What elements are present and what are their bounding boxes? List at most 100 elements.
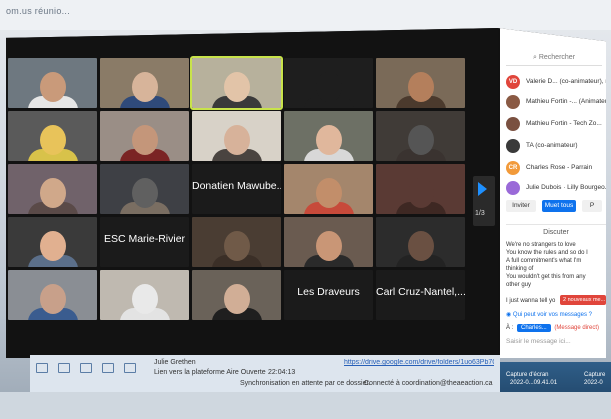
drive-link[interactable]: https://drive.google.com/drive/folders/1… bbox=[344, 359, 494, 366]
participant-video-tile[interactable] bbox=[192, 217, 281, 267]
participant-video-tile[interactable] bbox=[284, 111, 373, 161]
participant-video-head bbox=[132, 125, 158, 155]
participant-name: Mathieu Fortin - Tech Zo... bbox=[526, 120, 602, 127]
participant-row[interactable]: Mathieu Fortin - Tech Zo... bbox=[504, 116, 606, 134]
participant-video-tile[interactable] bbox=[190, 56, 283, 110]
chat-message-line: thinking of bbox=[506, 266, 534, 272]
who-can-see-link[interactable]: ◉ Qui peut voir vos messages ? bbox=[506, 311, 592, 318]
participant-video-head bbox=[408, 178, 434, 208]
browser-url: om.us réunio... bbox=[6, 6, 71, 16]
participant-video-head bbox=[132, 72, 158, 102]
sender-name: Julie Grethen bbox=[154, 359, 196, 366]
chat-message-line: I just wanna tell yo bbox=[506, 298, 556, 304]
participant-video-head bbox=[224, 125, 250, 155]
participant-video-head bbox=[224, 231, 250, 261]
participant-video-head bbox=[224, 284, 250, 314]
gallery-next-page-button[interactable]: 1/3 bbox=[473, 176, 495, 226]
mute-all-button[interactable]: Muet tous bbox=[542, 200, 576, 212]
participant-video-tile[interactable] bbox=[192, 111, 281, 161]
participant-video-tile[interactable]: Donatien Mawube... bbox=[192, 164, 281, 214]
participant-name-label: Les Draveurs bbox=[297, 286, 360, 298]
chat-message-line: You wouldn't get this from any bbox=[506, 274, 586, 280]
participant-row[interactable]: TA (co-animateur) bbox=[504, 138, 606, 156]
participant-video-tile[interactable]: ESC Marie-Rivier bbox=[100, 217, 189, 267]
participant-video-tile[interactable] bbox=[284, 58, 373, 108]
participants-panel: ⌕ Rechercher VD Valerie D... (co-animateu… bbox=[500, 28, 606, 358]
avatar: CR bbox=[506, 161, 520, 175]
avatar: VD bbox=[506, 75, 520, 89]
desktop-icon-label[interactable]: Capture bbox=[584, 372, 605, 378]
participant-video-head bbox=[40, 72, 66, 102]
chat-message-input[interactable]: Saisir le message ici... bbox=[506, 338, 571, 345]
participant-video-tile[interactable] bbox=[8, 217, 97, 267]
desktop-icon-date: 2022-0...09.41.01 bbox=[510, 380, 558, 386]
participant-video-tile[interactable] bbox=[100, 111, 189, 161]
participant-video-head bbox=[316, 231, 342, 261]
mail-icon bbox=[36, 363, 48, 373]
participant-video-tile[interactable] bbox=[376, 58, 465, 108]
avatar bbox=[506, 117, 520, 131]
chat-message-line: You know the rules and so do I bbox=[506, 250, 588, 256]
chat-title: Discuter bbox=[506, 224, 606, 236]
participant-video-tile[interactable] bbox=[376, 217, 465, 267]
avatar bbox=[506, 95, 520, 109]
participant-search-input[interactable]: ⌕ Rechercher bbox=[506, 54, 602, 66]
participant-name: Mathieu Fortin -... (Animateur) bbox=[526, 98, 611, 105]
participant-name: Julie Dubois · Lilly Bourgeo... bbox=[526, 184, 611, 191]
bottom-edge bbox=[0, 392, 611, 419]
participant-row[interactable]: Mathieu Fortin -... (Animateur) bbox=[504, 94, 611, 112]
participant-video-head bbox=[316, 72, 342, 102]
participant-video-tile[interactable] bbox=[8, 270, 97, 320]
participant-row[interactable]: VD Valerie D... (co-animateur), moi bbox=[504, 74, 606, 92]
chat-message-line: We're no strangers to love bbox=[506, 242, 576, 248]
participant-video-tile[interactable] bbox=[100, 164, 189, 214]
participant-video-head bbox=[224, 72, 250, 102]
avatar bbox=[506, 181, 520, 195]
participant-name-label: Donatien Mawube... bbox=[192, 180, 281, 192]
recipient-select[interactable]: Charles... bbox=[517, 324, 551, 332]
participant-video-tile[interactable] bbox=[8, 111, 97, 161]
message-time: 22:04:13 bbox=[268, 369, 296, 376]
sync-status: Synchronisation en attente par ce dossie… bbox=[240, 380, 371, 387]
participant-video-tile[interactable]: Carl Cruz-Nantel,... bbox=[376, 270, 465, 320]
participant-video-tile[interactable]: Les Draveurs bbox=[284, 270, 373, 320]
participant-video-head bbox=[40, 125, 66, 155]
desktop-icon-date: 2022-0 bbox=[584, 380, 603, 386]
participant-video-tile[interactable] bbox=[100, 270, 189, 320]
participant-name: Charles Rose - Parrain bbox=[526, 164, 593, 171]
chat-message-line: A full commitment's what I'm bbox=[506, 258, 582, 264]
participant-video-tile[interactable] bbox=[376, 111, 465, 161]
new-messages-badge[interactable]: 2 nouveaux me... bbox=[560, 295, 606, 305]
participant-video-tile[interactable] bbox=[8, 58, 97, 108]
zoom-window: Donatien Mawube... ESC Marie-Rivier Les Dr… bbox=[6, 28, 606, 358]
direct-message-label: (Message direct) bbox=[554, 325, 600, 331]
participant-video-tile[interactable] bbox=[8, 164, 97, 214]
tasks-icon bbox=[102, 363, 114, 373]
more-icon bbox=[124, 363, 136, 373]
chat-message-line: other guy bbox=[506, 282, 532, 288]
participant-row[interactable]: CR Charles Rose - Parrain bbox=[504, 160, 606, 178]
page-indicator: 1/3 bbox=[475, 210, 485, 217]
participant-video-head bbox=[408, 231, 434, 261]
participant-video-head bbox=[40, 178, 66, 208]
participant-video-head bbox=[40, 231, 66, 261]
participant-name: TA (co-animateur) bbox=[526, 142, 578, 149]
participant-video-tile[interactable] bbox=[100, 58, 189, 108]
participant-video-head bbox=[132, 178, 158, 208]
gallery-view: Donatien Mawube... ESC Marie-Rivier Les Dr… bbox=[6, 28, 498, 358]
participant-video-head bbox=[408, 72, 434, 102]
right-arrow-icon bbox=[478, 182, 487, 196]
participant-video-head bbox=[408, 125, 434, 155]
participant-row[interactable]: Julie Dubois · Lilly Bourgeo... bbox=[504, 180, 611, 198]
browser-tab-strip: om.us réunio... bbox=[0, 0, 611, 30]
participant-video-tile[interactable] bbox=[376, 164, 465, 214]
more-button[interactable]: P bbox=[582, 200, 602, 212]
participant-video-tile[interactable] bbox=[192, 270, 281, 320]
avatar bbox=[506, 139, 520, 153]
participant-video-head bbox=[316, 178, 342, 208]
invite-button[interactable]: Inviter bbox=[506, 200, 536, 212]
participant-video-tile[interactable] bbox=[284, 217, 373, 267]
participant-video-head bbox=[40, 284, 66, 314]
participant-video-tile[interactable] bbox=[284, 164, 373, 214]
desktop-icon-label[interactable]: Capture d'écran bbox=[506, 372, 549, 378]
